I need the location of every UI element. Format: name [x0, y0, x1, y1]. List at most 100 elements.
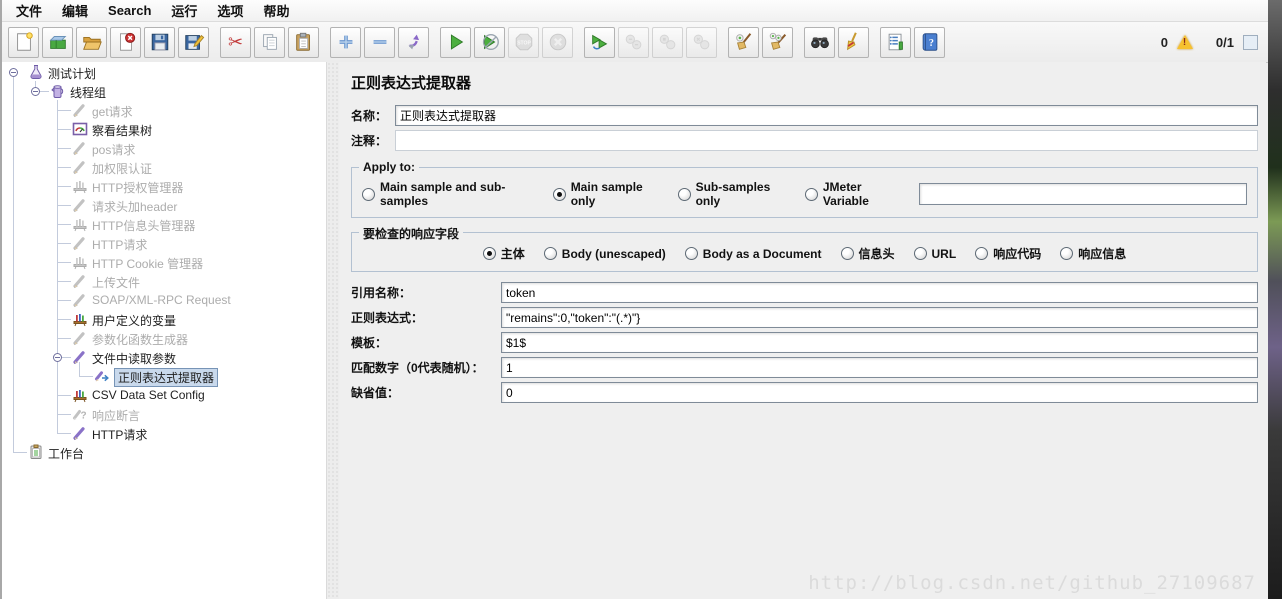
radio-headers[interactable]: 信息头: [840, 245, 895, 262]
tree-node-workbench[interactable]: 工作台: [2, 443, 326, 462]
expand-all-button[interactable]: [330, 26, 361, 58]
copy-icon: [259, 31, 281, 53]
collapse-all-button[interactable]: [364, 26, 395, 58]
tree-node-response-assertion[interactable]: ? 响应断言: [2, 405, 326, 424]
clear-all-icon: [767, 31, 789, 53]
new-button[interactable]: [8, 26, 39, 58]
default-value-input[interactable]: [501, 382, 1258, 403]
tree-node-http-header-manager[interactable]: HTTP信息头管理器: [2, 215, 326, 234]
radio-dot: [913, 247, 927, 260]
comment-input[interactable]: [395, 130, 1258, 151]
sampler-icon: [72, 197, 88, 213]
tree-node-http-cookie-manager[interactable]: HTTP Cookie 管理器: [2, 253, 326, 272]
jmeter-variable-input[interactable]: [919, 183, 1247, 205]
radio-dot: [975, 247, 989, 260]
tree-node-csv-data-set-config[interactable]: CSV Data Set Config: [2, 386, 326, 405]
tree-node-http-request-2[interactable]: HTTP请求: [2, 424, 326, 443]
reference-name-label: 引用名称：: [351, 286, 412, 300]
tree-node-auth-verify[interactable]: 加权限认证: [2, 158, 326, 177]
radio-response-message[interactable]: 响应信息: [1060, 245, 1126, 262]
regex-input[interactable]: [501, 307, 1258, 328]
tree-expand-handle[interactable]: [31, 87, 40, 96]
radio-main-only[interactable]: Main sample only: [552, 180, 659, 208]
tree-node-label: HTTP Cookie 管理器: [92, 257, 204, 271]
toggle-button[interactable]: [398, 26, 429, 58]
save-as-button[interactable]: [178, 26, 209, 58]
tree-node-thread-group[interactable]: 线程组: [2, 82, 326, 101]
toolbar-group: [804, 26, 869, 58]
start-no-pauses-button[interactable]: [474, 26, 505, 58]
clear-all-button[interactable]: [762, 26, 793, 58]
tree-expand-handle[interactable]: [9, 68, 18, 77]
menu-run[interactable]: 运行: [161, 0, 207, 22]
copy-button[interactable]: [254, 26, 285, 58]
menu-options[interactable]: 选项: [207, 0, 253, 22]
tree-node-param-func-generator[interactable]: 参数化函数生成器: [2, 329, 326, 348]
menu-file[interactable]: 文件: [6, 0, 52, 22]
save-button[interactable]: [144, 26, 175, 58]
template-input[interactable]: [501, 332, 1258, 353]
tree-node-http-request-1[interactable]: HTTP请求: [2, 234, 326, 253]
window-right-edge: [1268, 0, 1282, 599]
tree-node-label: SOAP/XML-RPC Request: [92, 293, 231, 307]
apply-to-title: Apply to:: [359, 160, 419, 174]
reference-name-input[interactable]: [501, 282, 1258, 303]
tree-node-get-request[interactable]: get请求: [2, 101, 326, 120]
tree-node-upload-file[interactable]: 上传文件: [2, 272, 326, 291]
remote-start-all-icon: [623, 31, 645, 53]
tree-node-view-results-tree[interactable]: 察看结果树: [2, 120, 326, 139]
clear-icon: [733, 31, 755, 53]
toggle-icon: [403, 31, 425, 53]
close-button[interactable]: [110, 26, 141, 58]
search-icon: [809, 31, 831, 53]
radio-url[interactable]: URL: [913, 247, 956, 261]
stop-button: STOP: [508, 26, 539, 58]
workbench-icon: [28, 444, 44, 460]
open-button[interactable]: [76, 26, 107, 58]
tree-node-pos-request[interactable]: pos请求: [2, 139, 326, 158]
thread-counter: 0/1: [1215, 34, 1234, 50]
tree-node-regex-extractor[interactable]: 正则表达式提取器: [2, 367, 326, 387]
sampler-icon: [72, 349, 88, 365]
tree-node-request-header-add[interactable]: 请求头加header: [2, 196, 326, 215]
name-input[interactable]: [395, 105, 1258, 126]
match-no-input[interactable]: [501, 357, 1258, 378]
radio-dot: [840, 247, 854, 260]
warning-icon[interactable]: !: [1176, 35, 1193, 49]
radio-jmeter-variable[interactable]: JMeter Variable: [804, 180, 900, 208]
radio-dot: [552, 187, 566, 201]
clear-button[interactable]: [728, 26, 759, 58]
menu-search[interactable]: Search: [98, 1, 161, 20]
tree-node-label: 线程组: [70, 86, 107, 100]
radio-sub-only[interactable]: Sub-samples only: [677, 180, 786, 208]
start-button[interactable]: [440, 26, 471, 58]
radio-body-as-document[interactable]: Body as a Document: [684, 247, 822, 261]
function-helper-button[interactable]: [880, 26, 911, 58]
stop-icon: STOP: [513, 31, 535, 53]
tree-node-http-auth-manager[interactable]: HTTP授权管理器: [2, 177, 326, 196]
menu-help[interactable]: 帮助: [253, 0, 299, 22]
search-button[interactable]: [804, 26, 835, 58]
manager-icon: [72, 254, 88, 270]
shutdown-icon: [547, 31, 569, 53]
radio-body-unescaped[interactable]: Body (unescaped): [543, 247, 666, 261]
radio-response-code[interactable]: 响应代码: [975, 245, 1041, 262]
cut-button[interactable]: ✂: [220, 26, 251, 58]
menu-edit[interactable]: 编辑: [52, 0, 98, 22]
extractor-icon: [94, 368, 110, 384]
paste-button[interactable]: [288, 26, 319, 58]
tree-node-file-read-params[interactable]: 文件中读取参数: [2, 348, 326, 367]
tree-node-user-defined-variables[interactable]: 用户定义的变量: [2, 310, 326, 329]
radio-main-and-sub[interactable]: Main sample and sub-samples: [362, 180, 534, 208]
extractor-fields: 引用名称： 正则表达式： 模板： 匹配数字（0代表随机）： 缺省值：: [349, 282, 1260, 403]
templates-button[interactable]: [42, 26, 73, 58]
radio-body[interactable]: 主体: [482, 245, 525, 262]
tree-expand-handle[interactable]: [53, 353, 62, 362]
toolbar-group: ✂: [220, 26, 319, 58]
tree-node-soap-xmlrpc-request[interactable]: SOAP/XML-RPC Request: [2, 291, 326, 310]
remote-start-button[interactable]: [584, 26, 615, 58]
tree-node-label: 测试计划: [48, 67, 97, 81]
search-reset-button[interactable]: [838, 26, 869, 58]
help-button[interactable]: ?: [914, 26, 945, 58]
tree-node-test-plan[interactable]: 测试计划: [2, 63, 326, 82]
